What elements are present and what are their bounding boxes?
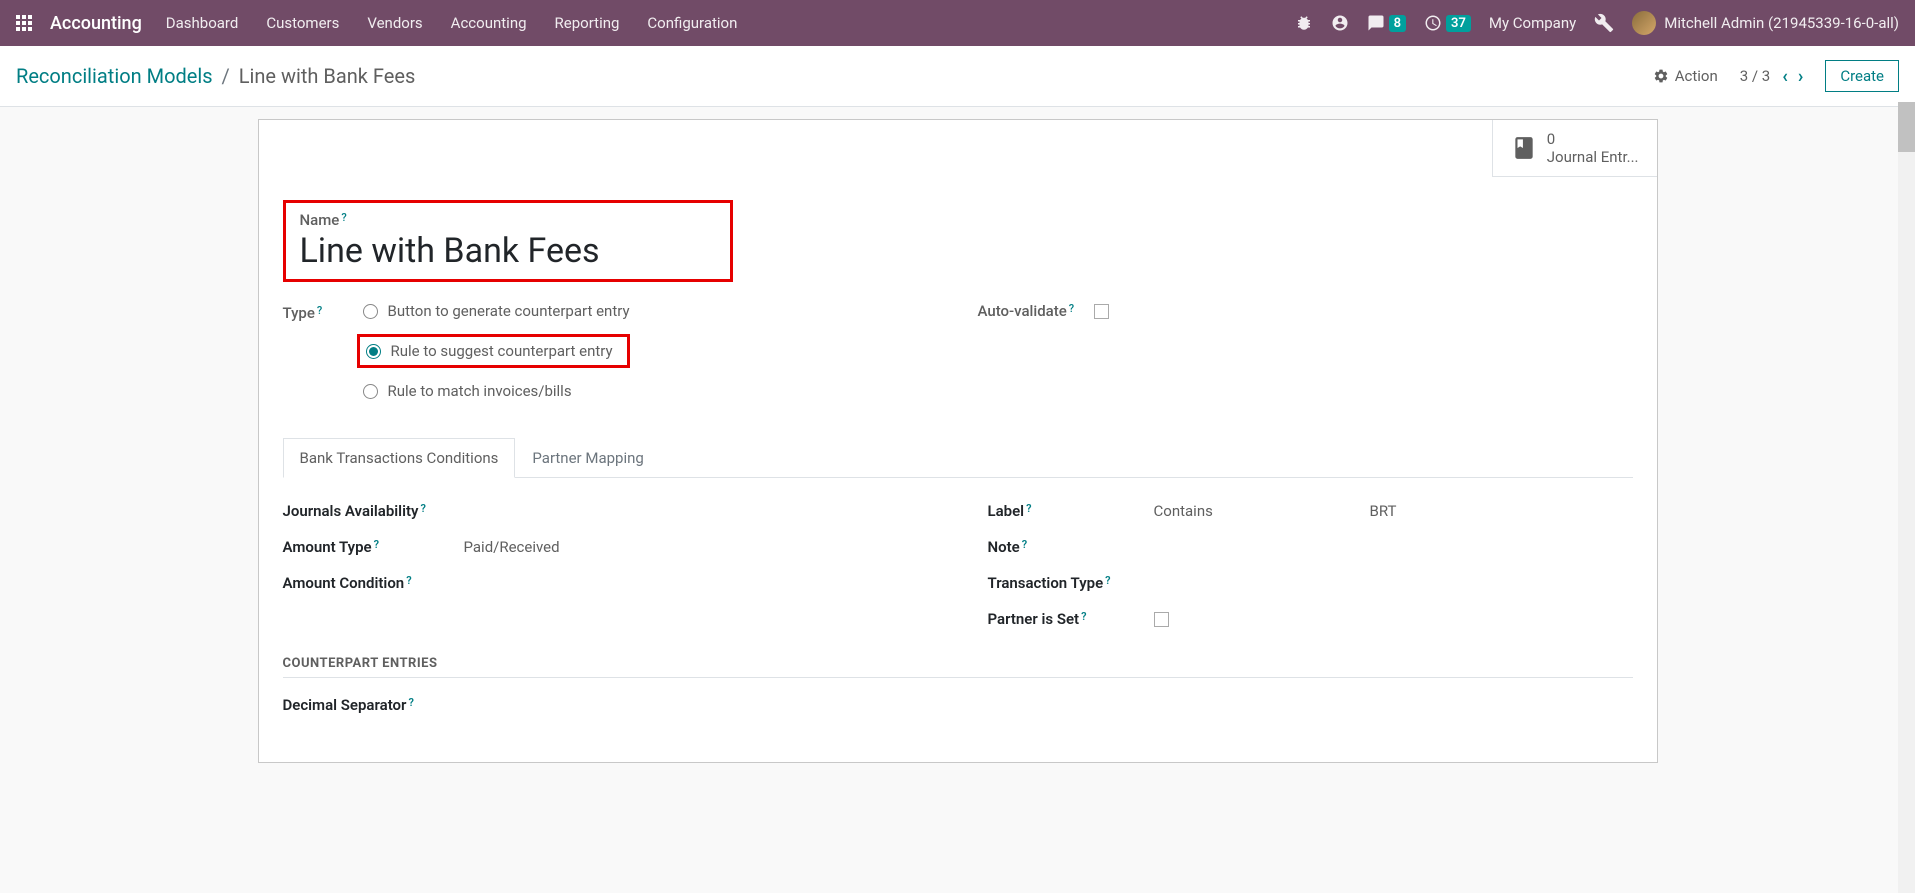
scrollbar-track[interactable] xyxy=(1898,102,1915,893)
gear-icon xyxy=(1653,68,1669,84)
tab-bank-conditions[interactable]: Bank Transactions Conditions xyxy=(283,438,516,478)
stat-value: 0 xyxy=(1547,130,1639,148)
form-sheet: 0 Journal Entr... Name? Line with Bank F… xyxy=(258,119,1658,763)
pager-next[interactable]: › xyxy=(1798,66,1803,87)
radio-rule-suggest[interactable]: Rule to suggest counterpart entry xyxy=(366,342,617,360)
help-icon[interactable]: ? xyxy=(1081,610,1086,623)
help-icon[interactable]: ? xyxy=(420,502,425,515)
pager: 3 / 3 ‹ › xyxy=(1740,66,1804,87)
name-field-highlight: Name? Line with Bank Fees xyxy=(283,200,733,282)
partner-set-checkbox[interactable] xyxy=(1154,612,1169,627)
radio-button-generate[interactable]: Button to generate counterpart entry xyxy=(363,302,630,320)
name-label: Name? xyxy=(300,211,712,229)
action-button[interactable]: Action xyxy=(1653,67,1718,85)
pager-count[interactable]: 3 / 3 xyxy=(1740,67,1771,85)
help-icon[interactable]: ? xyxy=(317,304,322,317)
user-name: Mitchell Admin (21945339-16-0-all) xyxy=(1664,14,1899,32)
pager-prev[interactable]: ‹ xyxy=(1782,66,1788,87)
journals-label: Journals Availability? xyxy=(283,502,448,520)
label-label: Label? xyxy=(988,502,1138,520)
auto-validate-field: Auto-validate? xyxy=(978,302,1633,320)
apps-icon[interactable] xyxy=(16,15,32,31)
nav-menu: Dashboard Customers Vendors Accounting R… xyxy=(166,14,738,32)
menu-dashboard[interactable]: Dashboard xyxy=(166,14,239,32)
menu-reporting[interactable]: Reporting xyxy=(555,14,620,32)
user-menu[interactable]: Mitchell Admin (21945339-16-0-all) xyxy=(1632,11,1899,35)
app-name[interactable]: Accounting xyxy=(50,13,142,34)
breadcrumb-parent[interactable]: Reconciliation Models xyxy=(16,64,213,88)
stat-label: Journal Entr... xyxy=(1547,148,1639,166)
breadcrumb-separator: / xyxy=(222,64,230,88)
counterpart-header: COUNTERPART ENTRIES xyxy=(283,656,1633,678)
activities-badge: 37 xyxy=(1446,15,1471,32)
radio-icon xyxy=(363,384,378,399)
control-panel-right: Action 3 / 3 ‹ › Create xyxy=(1653,60,1899,92)
tab-content: Journals Availability? Amount Type? Paid… xyxy=(283,478,1633,738)
messages-icon[interactable]: 8 xyxy=(1367,14,1406,32)
help-icon[interactable]: ? xyxy=(1069,302,1074,315)
menu-customers[interactable]: Customers xyxy=(266,14,339,32)
tab-partner-mapping[interactable]: Partner Mapping xyxy=(515,438,660,478)
action-label: Action xyxy=(1675,67,1718,85)
messages-badge: 8 xyxy=(1389,15,1406,32)
activities-icon[interactable]: 37 xyxy=(1424,14,1471,32)
scrollbar-thumb[interactable] xyxy=(1898,102,1915,152)
breadcrumb: Reconciliation Models / Line with Bank F… xyxy=(16,64,415,88)
type-radio-group: Button to generate counterpart entry Rul… xyxy=(363,302,630,400)
bug-icon[interactable] xyxy=(1295,14,1313,32)
note-label: Note? xyxy=(988,538,1138,556)
help-icon[interactable]: ? xyxy=(406,574,411,587)
avatar xyxy=(1632,11,1656,35)
help-icon[interactable]: ? xyxy=(374,538,379,551)
radio-icon xyxy=(363,304,378,319)
button-box: 0 Journal Entr... xyxy=(1492,120,1657,177)
auto-validate-checkbox[interactable] xyxy=(1094,304,1109,319)
control-panel: Reconciliation Models / Line with Bank F… xyxy=(0,46,1915,107)
amount-type-value[interactable]: Paid/Received xyxy=(464,538,604,556)
label-value[interactable]: BRT xyxy=(1370,502,1510,520)
radio-icon-checked xyxy=(366,344,381,359)
create-button[interactable]: Create xyxy=(1825,60,1899,92)
support-icon[interactable] xyxy=(1331,14,1349,32)
book-icon xyxy=(1511,135,1537,161)
partner-set-label: Partner is Set? xyxy=(988,610,1138,628)
help-icon[interactable]: ? xyxy=(408,696,413,709)
navbar-left: Accounting Dashboard Customers Vendors A… xyxy=(16,13,737,34)
menu-vendors[interactable]: Vendors xyxy=(367,14,422,32)
top-navbar: Accounting Dashboard Customers Vendors A… xyxy=(0,0,1915,46)
navbar-right: 8 37 My Company Mitchell Admin (21945339… xyxy=(1295,11,1899,35)
breadcrumb-current: Line with Bank Fees xyxy=(239,64,416,88)
menu-accounting[interactable]: Accounting xyxy=(451,14,527,32)
help-icon[interactable]: ? xyxy=(1105,574,1110,587)
company-selector[interactable]: My Company xyxy=(1489,14,1576,32)
tabs: Bank Transactions Conditions Partner Map… xyxy=(283,438,1633,478)
amount-type-label: Amount Type? xyxy=(283,538,448,556)
auto-validate-label: Auto-validate? xyxy=(978,302,1075,320)
help-icon[interactable]: ? xyxy=(341,211,346,224)
menu-configuration[interactable]: Configuration xyxy=(647,14,737,32)
tools-icon[interactable] xyxy=(1594,13,1614,33)
type-label: Type? xyxy=(283,302,343,322)
help-icon[interactable]: ? xyxy=(1022,538,1027,551)
radio-rule-match[interactable]: Rule to match invoices/bills xyxy=(363,382,630,400)
amount-condition-label: Amount Condition? xyxy=(283,574,448,592)
help-icon[interactable]: ? xyxy=(1026,502,1031,515)
transaction-type-label: Transaction Type? xyxy=(988,574,1138,592)
radio-highlight: Rule to suggest counterpart entry xyxy=(357,334,630,368)
main-area: 0 Journal Entr... Name? Line with Bank F… xyxy=(0,107,1915,763)
decimal-separator-label: Decimal Separator? xyxy=(283,696,448,714)
label-operator[interactable]: Contains xyxy=(1154,502,1354,520)
journal-entries-button[interactable]: 0 Journal Entr... xyxy=(1493,120,1657,176)
name-value[interactable]: Line with Bank Fees xyxy=(300,231,712,271)
